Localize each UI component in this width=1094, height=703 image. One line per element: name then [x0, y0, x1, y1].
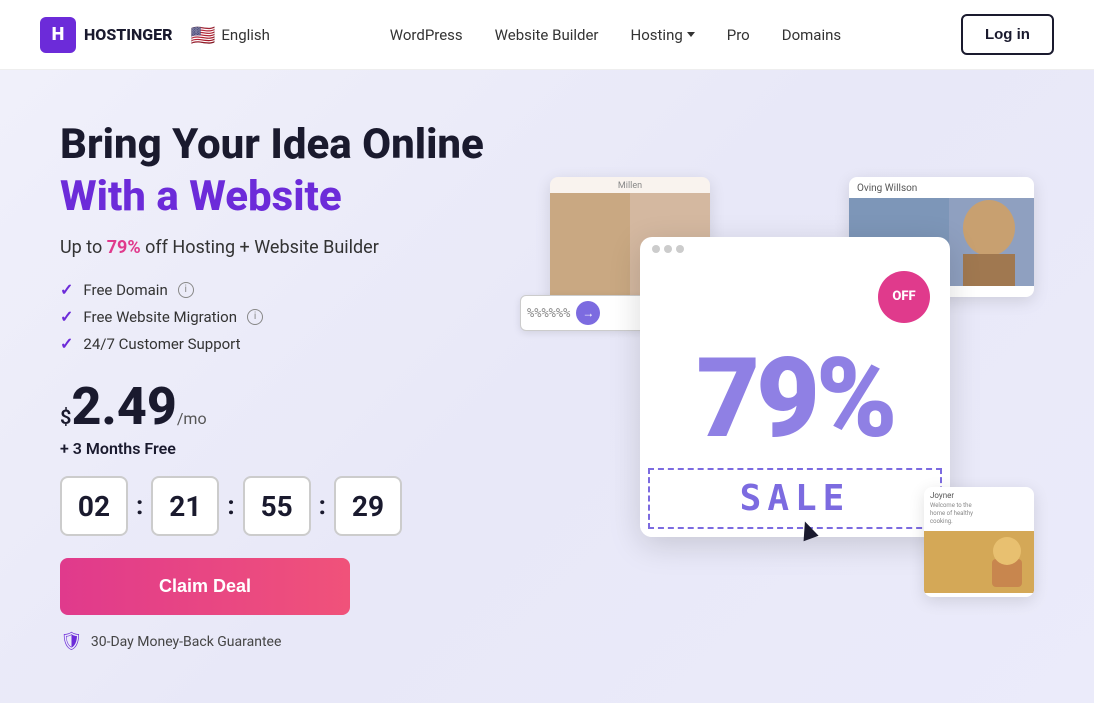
nav-link-hosting[interactable]: Hosting [631, 26, 695, 44]
nav-link-wordpress[interactable]: WordPress [390, 26, 463, 44]
info-icon-2[interactable]: i [247, 309, 263, 325]
nav-left: H HOSTINGER 🇺🇸 English [40, 17, 270, 53]
price-row: $ 2.49 /mo [60, 381, 520, 433]
sale-main: 79% OFF SALE [640, 261, 950, 537]
check-icon-1: ✓ [60, 280, 73, 299]
feature-support: ✓ 24/7 Customer Support [60, 334, 520, 353]
countdown-timer: 02 : 21 : 55 : 29 [60, 476, 520, 536]
guarantee-row: 🛡 30-Day Money-Back Guarantee [60, 631, 520, 652]
logo[interactable]: H HOSTINGER [40, 17, 173, 53]
dot-3 [676, 245, 684, 253]
language-selector[interactable]: 🇺🇸 English [191, 23, 270, 47]
dot-2 [664, 245, 672, 253]
logo-text: HOSTINGER [84, 25, 173, 44]
guarantee-label: 30-Day Money-Back Guarantee [91, 634, 282, 650]
hero-title-bottom: With a Website [60, 173, 520, 221]
hero-left: Bring Your Idea Online With a Website Up… [60, 121, 520, 653]
hero-right: Millen Oving Willson [520, 177, 1034, 597]
nav-center: WordPress Website Builder Hosting Pro Do… [390, 26, 841, 44]
features-list: ✓ Free Domain i ✓ Free Website Migration… [60, 280, 520, 353]
countdown-hours: 02 [60, 476, 128, 536]
sale-text: SALE [740, 478, 851, 519]
off-badge: OFF [878, 271, 930, 323]
feature-migration: ✓ Free Website Migration i [60, 307, 520, 326]
months-free: + 3 Months Free [60, 439, 520, 458]
arrow-icon: → [576, 301, 600, 325]
feature-domain: ✓ Free Domain i [60, 280, 520, 299]
sale-card-header [640, 237, 950, 261]
millen-label: Millen [550, 177, 710, 193]
check-icon-2: ✓ [60, 307, 73, 326]
nav-link-domains[interactable]: Domains [782, 26, 841, 44]
countdown-sep-2: : [227, 491, 234, 521]
dot-1 [652, 245, 660, 253]
hero-subtitle: Up to 79% off Hosting + Website Builder [60, 237, 520, 258]
flag-icon: 🇺🇸 [191, 23, 216, 47]
countdown-sep-1: : [136, 491, 143, 521]
hero-title-top: Bring Your Idea Online [60, 121, 520, 169]
login-button[interactable]: Log in [961, 14, 1054, 55]
subtitle-prefix: Up to [60, 237, 107, 258]
sale-percent: 79% [696, 344, 893, 454]
code-input-text: %%%%%% [527, 306, 570, 320]
price-dollar: $ [60, 405, 71, 429]
nav-link-website-builder[interactable]: Website Builder [495, 26, 599, 44]
sale-card: 79% OFF SALE [640, 237, 950, 537]
check-icon-3: ✓ [60, 334, 73, 353]
language-label: English [221, 26, 270, 44]
logo-icon: H [40, 17, 76, 53]
claim-deal-button[interactable]: Claim Deal [60, 558, 350, 615]
nav-link-pro[interactable]: Pro [727, 26, 750, 44]
oving-name: Oving Willson [849, 177, 1034, 198]
hero-visual: Millen Oving Willson [520, 177, 1034, 597]
subtitle-suffix: off Hosting + Website Builder [141, 237, 379, 258]
hero-section: Bring Your Idea Online With a Website Up… [0, 70, 1094, 703]
countdown-frames: 29 [334, 476, 402, 536]
joyner-name: Joyner [924, 487, 1034, 502]
feature-support-label: 24/7 Customer Support [83, 335, 240, 353]
sale-text-box: SALE [648, 468, 942, 529]
joyner-subtitle: Welcome to thehome of healthycooking. [924, 502, 1034, 531]
countdown-minutes: 21 [151, 476, 219, 536]
shield-icon: 🛡 [60, 631, 83, 652]
countdown-sep-3: : [319, 491, 326, 521]
navigation: H HOSTINGER 🇺🇸 English WordPress Website… [0, 0, 1094, 70]
price-number: 2.49 [71, 381, 176, 433]
price-per-month: /mo [177, 409, 207, 428]
info-icon-1[interactable]: i [178, 282, 194, 298]
chevron-down-icon [687, 32, 695, 37]
joyner-image [924, 531, 1034, 593]
feature-migration-label: Free Website Migration [83, 308, 237, 326]
subtitle-highlight: 79% [107, 237, 141, 258]
countdown-seconds: 55 [243, 476, 311, 536]
joyner-card: Joyner Welcome to thehome of healthycook… [924, 487, 1034, 597]
feature-domain-label: Free Domain [83, 281, 167, 299]
